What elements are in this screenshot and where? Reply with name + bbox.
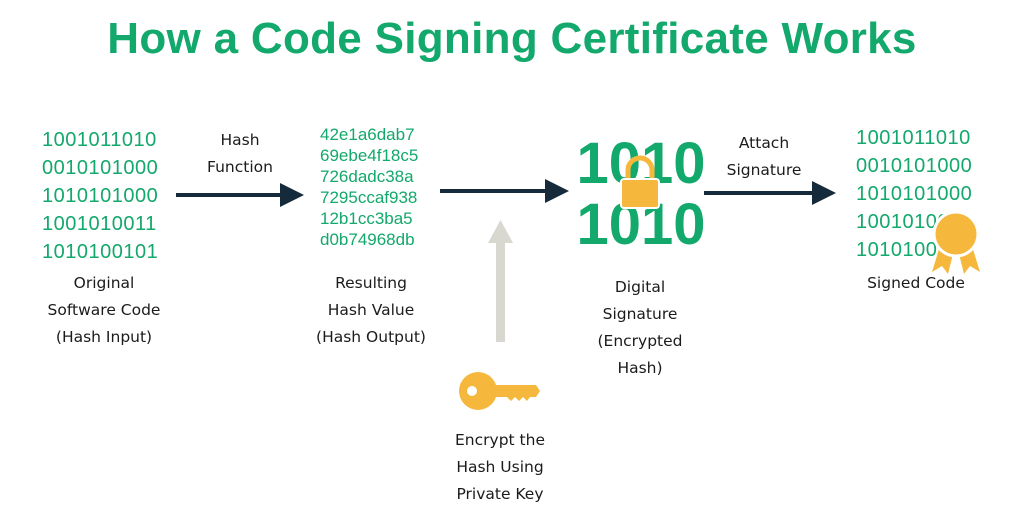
hash-line: 726dadc38a [320,167,414,186]
attach-signature-label: Attach Signature [726,134,802,179]
key-icon [459,372,540,410]
hash-function-label: Hash Function [207,131,273,176]
hash-line: 69ebe4f18c5 [320,146,419,165]
code-line: 0010101000 [42,157,159,179]
signed-code-label: Signed Code [867,274,965,292]
code-line: 1010100101 [42,241,159,263]
hash-value-label: Resulting Hash Value (Hash Output) [316,274,426,346]
code-line: 1010101000 [856,183,973,205]
code-line: 1001010011 [42,213,157,235]
digital-signature-label: Digital Signature (Encrypted Hash) [597,278,683,377]
original-code-block: 1001011010 0010101000 1010101000 1001010… [42,126,192,266]
award-ribbon-icon [932,210,980,274]
arrow-private-key-input [488,220,513,342]
locked-binary-icon: 1010 1010 [578,131,704,254]
hash-line: 42e1a6dab7 [320,125,415,144]
code-line: 1010101000 [42,185,159,207]
private-key-label: Encrypt the Hash Using Private Key [455,431,545,503]
hash-value-block: 42e1a6dab7 69ebe4f18c5 726dadc38a 7295cc… [320,124,450,250]
hash-line: 12b1cc3ba5 [320,209,413,228]
original-code-label: Original Software Code (Hash Input) [47,274,161,346]
hash-line: 7295ccaf938 [320,188,418,207]
code-line: 1001011010 [42,129,157,151]
hash-line: d0b74968db [320,230,415,249]
code-line: 1001011010 [856,127,971,149]
code-line: 0010101000 [856,155,973,177]
